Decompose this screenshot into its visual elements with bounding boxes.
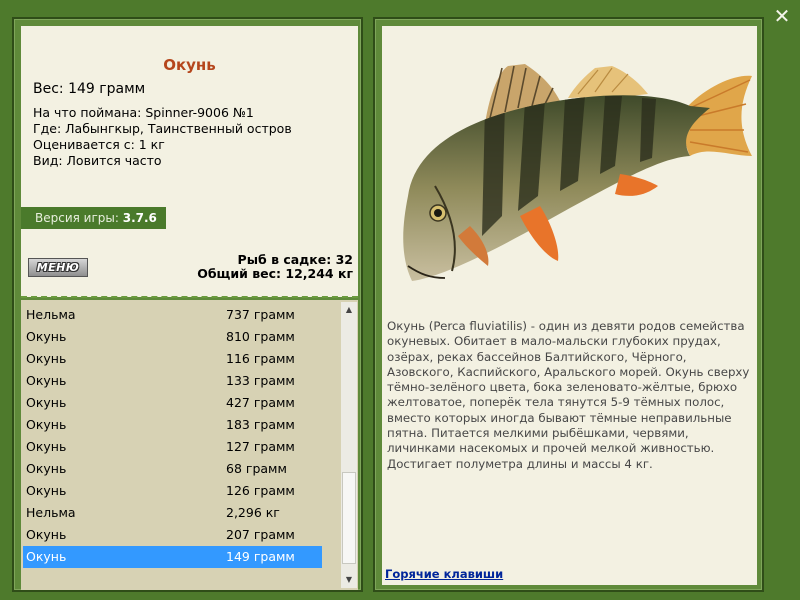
fish-title: Окунь bbox=[163, 56, 216, 74]
fish-weight-value: 737 грамм bbox=[226, 307, 295, 322]
fish-name: Окунь bbox=[26, 483, 67, 498]
version-label: Версия игры: bbox=[35, 211, 119, 225]
scroll-down-icon[interactable]: ▼ bbox=[341, 572, 357, 588]
fish-weight-value: 183 грамм bbox=[226, 417, 295, 432]
list-item-selected[interactable]: Окунь 149 грамм bbox=[23, 546, 322, 568]
description-panel: Окунь (Perca fluviatilis) - один из девя… bbox=[373, 17, 764, 592]
scroll-thumb[interactable] bbox=[342, 472, 356, 564]
fish-info: Окунь Вес: 149 грамм На что поймана: Spi… bbox=[21, 26, 358, 297]
fish-weight: Вес: 149 грамм bbox=[33, 81, 146, 97]
scroll-up-icon[interactable]: ▲ bbox=[341, 302, 357, 318]
list-item[interactable]: Окунь 183 грамм bbox=[21, 414, 337, 436]
fish-name: Окунь bbox=[26, 549, 67, 564]
fish-weight-value: 126 грамм bbox=[226, 483, 295, 498]
fish-name: Окунь bbox=[26, 461, 67, 476]
fish-name: Нельма bbox=[26, 307, 76, 322]
list-item[interactable]: Окунь 126 грамм bbox=[21, 480, 337, 502]
fish-location: Где: Лабынгкыр, Таинственный остров bbox=[33, 121, 292, 136]
fish-weight-value: 127 грамм bbox=[226, 439, 295, 454]
fish-description: Окунь (Perca fluviatilis) - один из девя… bbox=[387, 319, 750, 471]
list-item[interactable]: Окунь 127 грамм bbox=[21, 436, 337, 458]
list-item[interactable]: Окунь 116 грамм bbox=[21, 348, 337, 370]
fish-name: Окунь bbox=[26, 395, 67, 410]
fish-frequency: Вид: Ловится часто bbox=[33, 153, 162, 168]
perch-image bbox=[403, 64, 752, 281]
list-item[interactable]: Нельма 737 грамм bbox=[21, 304, 337, 326]
fish-weight-value: 2,296 кг bbox=[226, 505, 280, 520]
fish-count: Рыб в садке: 32 bbox=[237, 252, 353, 267]
fish-weight-value: 116 грамм bbox=[226, 351, 295, 366]
catch-panel: Окунь Вес: 149 грамм На что поймана: Spi… bbox=[12, 17, 363, 592]
fish-weight-value: 149 грамм bbox=[226, 549, 295, 564]
list-item[interactable]: Окунь 68 грамм bbox=[21, 458, 337, 480]
fish-weight-value: 427 грамм bbox=[226, 395, 295, 410]
description-area: Окунь (Perca fluviatilis) - один из девя… bbox=[382, 26, 757, 585]
total-weight: Общий вес: 12,244 кг bbox=[197, 266, 353, 281]
list-item[interactable]: Окунь 810 грамм bbox=[21, 326, 337, 348]
list-item[interactable]: Окунь 207 грамм bbox=[21, 524, 337, 546]
fish-weight-value: 810 грамм bbox=[226, 329, 295, 344]
catch-list[interactable]: Нельма 737 грамм Окунь 810 грамм Окунь 116 гр… bbox=[21, 300, 358, 590]
fish-name: Окунь bbox=[26, 417, 67, 432]
close-icon[interactable]: ✕ bbox=[770, 5, 794, 27]
fish-weight-value: 207 грамм bbox=[226, 527, 295, 542]
list-item[interactable]: Окунь 427 грамм bbox=[21, 392, 337, 414]
fish-weight-value: 68 грамм bbox=[226, 461, 287, 476]
catch-list-rows: Нельма 737 грамм Окунь 810 грамм Окунь 116 гр… bbox=[21, 300, 337, 590]
fish-weight-value: 133 грамм bbox=[226, 373, 295, 388]
fish-name: Окунь bbox=[26, 351, 67, 366]
keepnet-stats: Рыб в садке: 32 Общий вес: 12,244 кг bbox=[197, 253, 353, 281]
list-item[interactable]: Окунь 133 грамм bbox=[21, 370, 337, 392]
scrollbar[interactable]: ▲ ▼ bbox=[341, 302, 357, 588]
version-value: 3.7.6 bbox=[122, 211, 157, 225]
fish-name: Окунь bbox=[26, 527, 67, 542]
fish-value: Оценивается с: 1 кг bbox=[33, 137, 165, 152]
hotkeys-link[interactable]: Горячие клавиши bbox=[385, 567, 503, 581]
fish-bait: На что поймана: Spinner-9006 №1 bbox=[33, 105, 254, 120]
fish-name: Нельма bbox=[26, 505, 76, 520]
menu-button[interactable]: МЕНЮ bbox=[28, 258, 88, 277]
fish-name: Окунь bbox=[26, 329, 67, 344]
version-badge: Версия игры: 3.7.6 bbox=[21, 207, 166, 229]
fish-name: Окунь bbox=[26, 439, 67, 454]
fish-name: Окунь bbox=[26, 373, 67, 388]
dashed-divider bbox=[21, 296, 358, 298]
list-item[interactable]: Нельма 2,296 кг bbox=[21, 502, 337, 524]
